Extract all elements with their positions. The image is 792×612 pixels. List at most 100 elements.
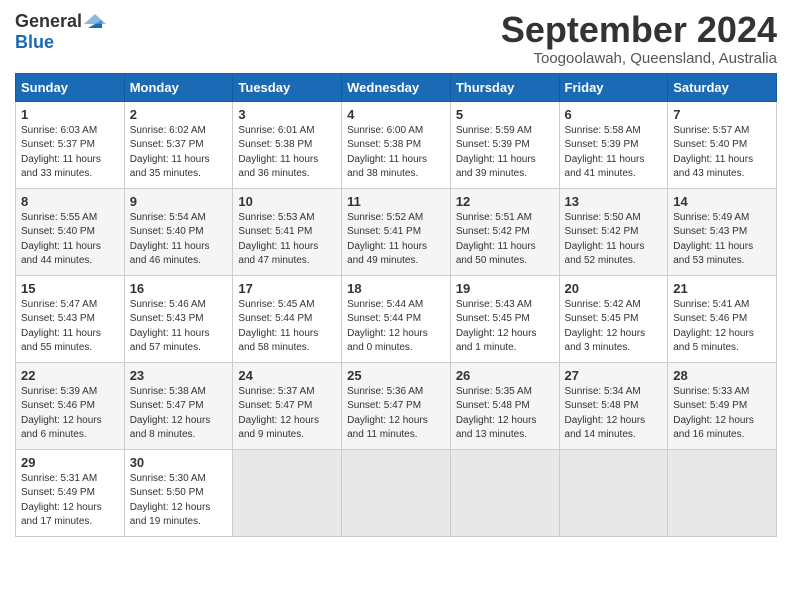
day-number: 10 <box>238 194 336 209</box>
weekday-header-row: SundayMondayTuesdayWednesdayThursdayFrid… <box>16 73 777 101</box>
day-info: Sunrise: 5:38 AM Sunset: 5:47 PM Dayligh… <box>130 385 228 443</box>
calendar-cell <box>450 449 559 536</box>
calendar-cell: 20 Sunrise: 5:42 AM Sunset: 5:45 PM Dayli… <box>559 275 668 362</box>
calendar-cell: 22 Sunrise: 5:39 AM Sunset: 5:46 PM Dayli… <box>16 362 125 449</box>
day-number: 2 <box>130 107 228 122</box>
day-number: 4 <box>347 107 445 122</box>
day-info: Sunrise: 5:55 AM Sunset: 5:40 PM Dayligh… <box>21 211 119 269</box>
calendar-cell: 15 Sunrise: 5:47 AM Sunset: 5:43 PM Dayli… <box>16 275 125 362</box>
day-info: Sunrise: 5:39 AM Sunset: 5:46 PM Dayligh… <box>21 385 119 443</box>
day-info: Sunrise: 5:49 AM Sunset: 5:43 PM Dayligh… <box>673 211 771 269</box>
week-row-3: 15 Sunrise: 5:47 AM Sunset: 5:43 PM Dayli… <box>16 275 777 362</box>
day-number: 3 <box>238 107 336 122</box>
calendar-cell <box>342 449 451 536</box>
weekday-header-sunday: Sunday <box>16 73 125 101</box>
day-number: 6 <box>565 107 663 122</box>
weekday-header-tuesday: Tuesday <box>233 73 342 101</box>
calendar-cell: 21Sunrise: 5:41 AM Sunset: 5:46 PM Dayli… <box>668 275 777 362</box>
calendar-cell: 4 Sunrise: 6:00 AM Sunset: 5:38 PM Daylig… <box>342 101 451 188</box>
month-title: September 2024 <box>501 10 777 50</box>
calendar-cell: 25 Sunrise: 5:36 AM Sunset: 5:47 PM Dayli… <box>342 362 451 449</box>
weekday-header-wednesday: Wednesday <box>342 73 451 101</box>
location-text: Toogoolawah, Queensland, Australia <box>501 50 777 67</box>
day-number: 8 <box>21 194 119 209</box>
logo: General Blue <box>15 10 106 53</box>
day-info: Sunrise: 5:34 AM Sunset: 5:48 PM Dayligh… <box>565 385 663 443</box>
calendar-cell: 13 Sunrise: 5:50 AM Sunset: 5:42 PM Dayli… <box>559 188 668 275</box>
calendar-cell: 6 Sunrise: 5:58 AM Sunset: 5:39 PM Daylig… <box>559 101 668 188</box>
day-number: 13 <box>565 194 663 209</box>
day-number: 7 <box>673 107 771 122</box>
day-info: Sunrise: 6:00 AM Sunset: 5:38 PM Dayligh… <box>347 124 445 182</box>
calendar-cell: 8 Sunrise: 5:55 AM Sunset: 5:40 PM Daylig… <box>16 188 125 275</box>
day-number: 19 <box>456 281 554 296</box>
day-info: Sunrise: 5:36 AM Sunset: 5:47 PM Dayligh… <box>347 385 445 443</box>
title-block: September 2024 Toogoolawah, Queensland, … <box>501 10 777 67</box>
day-number: 23 <box>130 368 228 383</box>
logo-icon <box>84 10 106 32</box>
day-number: 11 <box>347 194 445 209</box>
day-number: 15 <box>21 281 119 296</box>
day-number: 17 <box>238 281 336 296</box>
weekday-header-monday: Monday <box>124 73 233 101</box>
day-number: 22 <box>21 368 119 383</box>
day-info: Sunrise: 5:33 AM Sunset: 5:49 PM Dayligh… <box>673 385 771 443</box>
calendar-cell: 14 Sunrise: 5:49 AM Sunset: 5:43 PM Dayli… <box>668 188 777 275</box>
day-info: Sunrise: 6:01 AM Sunset: 5:38 PM Dayligh… <box>238 124 336 182</box>
calendar-cell: 10Sunrise: 5:53 AM Sunset: 5:41 PM Dayli… <box>233 188 342 275</box>
day-info: Sunrise: 5:57 AM Sunset: 5:40 PM Dayligh… <box>673 124 771 182</box>
week-row-1: 1Sunrise: 6:03 AM Sunset: 5:37 PM Daylig… <box>16 101 777 188</box>
day-info: Sunrise: 5:46 AM Sunset: 5:43 PM Dayligh… <box>130 298 228 356</box>
calendar-cell: 9 Sunrise: 5:54 AM Sunset: 5:40 PM Daylig… <box>124 188 233 275</box>
calendar-cell: 19 Sunrise: 5:43 AM Sunset: 5:45 PM Dayli… <box>450 275 559 362</box>
day-info: Sunrise: 5:50 AM Sunset: 5:42 PM Dayligh… <box>565 211 663 269</box>
day-number: 20 <box>565 281 663 296</box>
day-info: Sunrise: 5:37 AM Sunset: 5:47 PM Dayligh… <box>238 385 336 443</box>
calendar-cell: 16 Sunrise: 5:46 AM Sunset: 5:43 PM Dayli… <box>124 275 233 362</box>
day-info: Sunrise: 5:35 AM Sunset: 5:48 PM Dayligh… <box>456 385 554 443</box>
day-info: Sunrise: 5:42 AM Sunset: 5:45 PM Dayligh… <box>565 298 663 356</box>
day-info: Sunrise: 5:58 AM Sunset: 5:39 PM Dayligh… <box>565 124 663 182</box>
day-info: Sunrise: 5:52 AM Sunset: 5:41 PM Dayligh… <box>347 211 445 269</box>
week-row-2: 8 Sunrise: 5:55 AM Sunset: 5:40 PM Daylig… <box>16 188 777 275</box>
calendar-cell: 12Sunrise: 5:51 AM Sunset: 5:42 PM Dayli… <box>450 188 559 275</box>
calendar-cell: 26 Sunrise: 5:35 AM Sunset: 5:48 PM Dayli… <box>450 362 559 449</box>
calendar-cell <box>559 449 668 536</box>
day-number: 30 <box>130 455 228 470</box>
weekday-header-saturday: Saturday <box>668 73 777 101</box>
day-number: 12 <box>456 194 554 209</box>
calendar-cell: 24Sunrise: 5:37 AM Sunset: 5:47 PM Dayli… <box>233 362 342 449</box>
day-info: Sunrise: 5:43 AM Sunset: 5:45 PM Dayligh… <box>456 298 554 356</box>
calendar-cell: 23 Sunrise: 5:38 AM Sunset: 5:47 PM Dayli… <box>124 362 233 449</box>
day-number: 5 <box>456 107 554 122</box>
calendar-cell <box>233 449 342 536</box>
weekday-header-thursday: Thursday <box>450 73 559 101</box>
day-number: 25 <box>347 368 445 383</box>
day-number: 9 <box>130 194 228 209</box>
day-number: 16 <box>130 281 228 296</box>
calendar-cell: 27Sunrise: 5:34 AM Sunset: 5:48 PM Dayli… <box>559 362 668 449</box>
day-info: Sunrise: 5:54 AM Sunset: 5:40 PM Dayligh… <box>130 211 228 269</box>
calendar-cell: 5 Sunrise: 5:59 AM Sunset: 5:39 PM Daylig… <box>450 101 559 188</box>
calendar-cell: 29Sunrise: 5:31 AM Sunset: 5:49 PM Dayli… <box>16 449 125 536</box>
logo-general-text: General <box>15 11 82 32</box>
day-number: 21 <box>673 281 771 296</box>
week-row-4: 22 Sunrise: 5:39 AM Sunset: 5:46 PM Dayli… <box>16 362 777 449</box>
week-row-5: 29Sunrise: 5:31 AM Sunset: 5:49 PM Dayli… <box>16 449 777 536</box>
calendar-cell <box>668 449 777 536</box>
day-info: Sunrise: 5:44 AM Sunset: 5:44 PM Dayligh… <box>347 298 445 356</box>
day-info: Sunrise: 5:30 AM Sunset: 5:50 PM Dayligh… <box>130 472 228 530</box>
day-number: 14 <box>673 194 771 209</box>
day-info: Sunrise: 5:59 AM Sunset: 5:39 PM Dayligh… <box>456 124 554 182</box>
calendar-table: SundayMondayTuesdayWednesdayThursdayFrid… <box>15 73 777 537</box>
day-number: 26 <box>456 368 554 383</box>
calendar-cell: 2Sunrise: 6:02 AM Sunset: 5:37 PM Daylig… <box>124 101 233 188</box>
day-number: 28 <box>673 368 771 383</box>
day-number: 29 <box>21 455 119 470</box>
calendar-cell: 3 Sunrise: 6:01 AM Sunset: 5:38 PM Daylig… <box>233 101 342 188</box>
calendar-cell: 7 Sunrise: 5:57 AM Sunset: 5:40 PM Daylig… <box>668 101 777 188</box>
calendar-cell: 30 Sunrise: 5:30 AM Sunset: 5:50 PM Dayli… <box>124 449 233 536</box>
calendar-cell: 18 Sunrise: 5:44 AM Sunset: 5:44 PM Dayli… <box>342 275 451 362</box>
day-info: Sunrise: 5:47 AM Sunset: 5:43 PM Dayligh… <box>21 298 119 356</box>
day-number: 18 <box>347 281 445 296</box>
